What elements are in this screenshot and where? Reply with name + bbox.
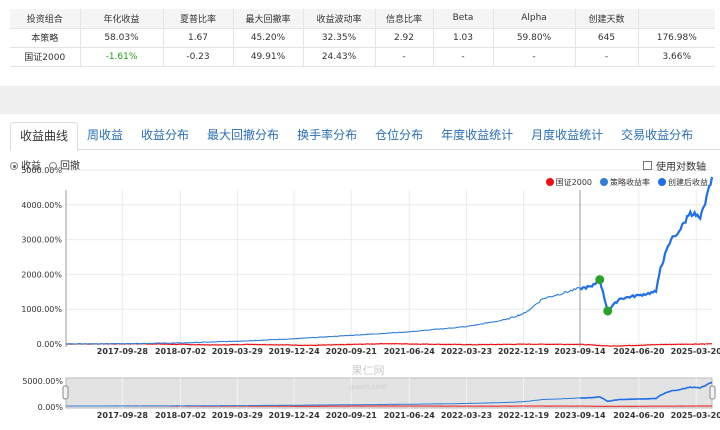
table-cell: 49.91% [233,47,304,67]
navigator-y-tick-label: 0.00% [38,403,64,412]
extreme-marker [603,306,613,316]
table-row: 本策略 58.03% 1.67 45.20% 32.35% 2.92 1.03 59.80% 6… [10,28,715,48]
legend-dot-icon [545,178,554,186]
table-cell: 58.03% [80,28,164,48]
y-tick-label: 2000.00% [21,270,62,279]
table-cell: 24.43% [303,47,376,67]
table-cell: 投资组合 [10,9,81,29]
radio-drawdown[interactable]: 回撤 [49,157,80,172]
navigator-x-tick-label: 2019-12-24 [269,411,321,420]
x-tick-label: 2020-09-21 [326,347,378,356]
tab-3[interactable]: 最大回撤分布 [198,122,288,149]
table-cell: 年化收益 [80,9,164,29]
table-cell: 45.20% [233,28,304,48]
radio-icon[interactable] [10,162,18,170]
tab-4[interactable]: 换手率分布 [288,122,366,149]
log-axis-toggle[interactable]: 使用对数轴 [643,158,706,173]
table-cell: 645 [575,28,639,48]
navigator [65,377,713,409]
watermark-text: 果仁网 [352,364,385,377]
navigator-x-tick-label: 2019-03-29 [212,411,264,420]
table-cell: 32.35% [303,28,376,48]
tab-1[interactable]: 周收益 [78,122,132,149]
table-cell: -0.23 [163,47,234,67]
navigator-x-tick-label: 2022-03-23 [441,411,492,420]
mode-radio-group: 收益 回撤 [10,157,80,172]
table-cell: - [375,47,434,67]
table-row: 国证2000 -1.61% -0.23 49.91% 24.43% - - - -3.66% [10,47,715,67]
tab-2[interactable]: 收益分布 [132,122,198,149]
chart-legend: 国证2000 策略收益率 创建后收益 [545,177,708,188]
x-tick-label: 2017-09-28 [97,347,149,356]
navigator-x-tick-label: 2024-06-20 [613,411,665,420]
x-tick-label: 2018-07-02 [155,347,206,356]
watermark-url: guorn.com [349,383,387,391]
navigator-x-tick-label: 2017-09-28 [97,411,149,420]
navigator-x-tick-label: 2021-06-24 [384,411,436,420]
stats-table: 投资组合 年化收益 夏普比率 最大回撤率 收益波动率 信息比率 Beta Alpha 创建天数本… [10,9,715,67]
legend-strategy[interactable]: 策略收益率 [600,177,650,188]
y-tick-label: 1000.00% [21,305,62,314]
table-header-row: 投资组合 年化收益 夏普比率 最大回撤率 收益波动率 信息比率 Beta Alpha 创建天数 [10,9,715,29]
legend-dot-icon [600,178,608,186]
table-cell: 2.92 [375,28,434,48]
x-tick-label: 2023-09-14 [554,347,606,356]
table-cell: 59.80% [493,28,576,48]
x-tick-label: 2022-12-19 [498,347,550,356]
tab-8[interactable]: 交易收益分布 [612,122,702,149]
y-tick-label: 4000.00% [21,201,62,210]
navigator-handle-left[interactable] [62,385,69,400]
table-cell: Alpha [493,9,576,29]
table-cell: 国证2000 [10,47,81,67]
table-cell: 创建天数 [575,9,639,29]
table-cell: 信息比率 [375,9,434,29]
table-cell: 1.03 [433,28,494,48]
x-tick-label: 2022-03-23 [441,347,492,356]
table-cell [638,9,715,29]
table-cell: 收益波动率 [303,9,376,29]
table-cell: -1.61% [80,47,164,67]
navigator-y-tick-label: 5000.00% [22,377,63,386]
navigator-handle-right[interactable] [709,385,716,400]
x-tick-label: 2024-06-20 [613,347,665,356]
navigator-x-tick-label: 2018-07-02 [155,411,206,420]
tab-0[interactable]: 收益曲线 [10,122,79,151]
extreme-marker [595,275,605,285]
x-tick-label: 2019-03-29 [212,347,264,356]
legend-benchmark[interactable]: 国证2000 [545,177,592,188]
legend-live[interactable]: 创建后收益 [658,177,708,188]
table-cell: - [493,47,576,67]
table-cell: 最大回撤率 [233,9,304,29]
checkbox-icon[interactable] [643,161,652,170]
table-cell: 夏普比率 [163,9,234,29]
table-cell: 本策略 [10,28,81,48]
x-tick-label: 2021-06-24 [384,347,436,356]
navigator-x-tick-label: 2020-09-21 [326,411,378,420]
table-cell: - [433,47,494,67]
navigator-x-tick-label: 2022-12-19 [498,411,550,420]
navigator-x-tick-label: 2025-03-20 [671,411,720,420]
table-cell: 1.67 [163,28,234,48]
radio-icon[interactable] [49,162,57,170]
tab-6[interactable]: 年度收益统计 [432,122,522,149]
table-cell: 3.66% [638,47,715,67]
chart-tabs: 收益曲线 周收益 收益分布 最大回撤分布 换手率分布 仓位分布 年度收益统计 月度收益统计 交易… [10,122,720,151]
plot-area [66,190,712,347]
navigator-x-tick-label: 2023-09-14 [554,411,606,420]
table-cell: Beta [433,9,494,29]
legend-dot-icon [658,178,666,186]
radio-return[interactable]: 收益 [10,157,41,172]
x-tick-label: 2019-12-24 [269,347,321,356]
table-cell: - [575,47,639,67]
y-tick-label: 0.00% [37,340,63,349]
tab-5[interactable]: 仓位分布 [366,122,432,149]
y-tick-label: 3000.00% [21,236,62,245]
tab-7[interactable]: 月度收益统计 [522,122,612,149]
table-cell: 176.98% [638,28,715,48]
x-tick-label: 2025-03-20 [671,347,720,356]
